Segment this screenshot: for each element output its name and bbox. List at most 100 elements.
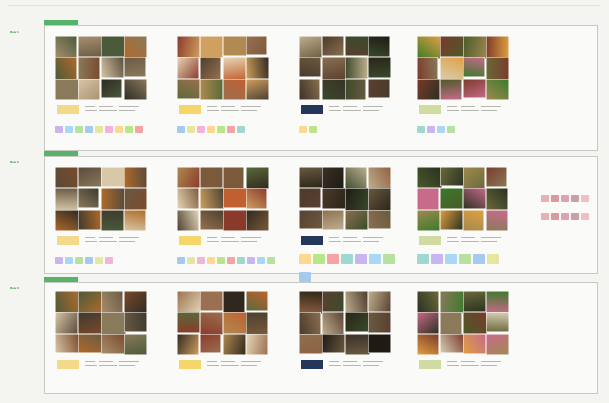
photo-tile-icon[interactable] (440, 57, 464, 81)
photo-tile-icon[interactable] (486, 312, 509, 332)
color-chip[interactable] (105, 257, 113, 264)
photo-collage[interactable] (417, 36, 509, 100)
photo-tile-icon[interactable] (440, 36, 465, 57)
section-tag[interactable] (44, 20, 78, 25)
photo-tile-icon[interactable] (417, 312, 440, 334)
photo-collage[interactable] (299, 36, 391, 100)
color-chip[interactable] (95, 257, 103, 264)
photo-tile-icon[interactable] (440, 188, 463, 210)
photo-tile-icon[interactable] (124, 78, 147, 100)
photo-tile-icon[interactable] (368, 167, 391, 190)
palette-label-swatch[interactable] (419, 360, 441, 369)
photo-tile-icon[interactable] (246, 167, 269, 189)
photo-tile-icon[interactable] (101, 291, 123, 314)
color-chip[interactable] (299, 254, 311, 264)
color-chip[interactable] (207, 126, 215, 133)
photo-tile-icon[interactable] (177, 167, 201, 189)
photo-collage[interactable] (55, 291, 147, 355)
color-chip[interactable] (473, 254, 485, 264)
color-chip[interactable] (327, 254, 339, 264)
photo-tile-icon[interactable] (223, 36, 248, 57)
photo-tile-icon[interactable] (223, 188, 247, 209)
photo-tile-icon[interactable] (440, 209, 464, 231)
color-chip[interactable] (355, 254, 367, 264)
photo-tile-icon[interactable] (463, 36, 488, 60)
photo-tile-icon[interactable] (368, 291, 391, 312)
photo-tile-icon[interactable] (345, 36, 370, 56)
mood-panel[interactable] (177, 36, 269, 133)
photo-collage[interactable] (177, 167, 269, 231)
photo-tile-icon[interactable] (177, 291, 202, 315)
color-chip[interactable] (187, 126, 195, 133)
photo-tile-icon[interactable] (440, 312, 462, 336)
color-chip[interactable] (65, 126, 73, 133)
photo-tile-icon[interactable] (345, 167, 367, 190)
photo-tile-icon[interactable] (440, 333, 465, 354)
photo-tile-icon[interactable] (200, 36, 224, 59)
photo-tile-icon[interactable] (368, 333, 391, 354)
photo-tile-icon[interactable] (78, 333, 102, 354)
color-chip[interactable] (227, 126, 235, 133)
photo-tile-icon[interactable] (55, 36, 77, 60)
photo-tile-icon[interactable] (246, 36, 268, 56)
palette-label-swatch[interactable] (57, 105, 79, 114)
photo-tile-icon[interactable] (78, 36, 103, 58)
photo-tile-icon[interactable] (368, 78, 390, 99)
color-chip[interactable] (309, 126, 317, 133)
photo-tile-icon[interactable] (486, 78, 509, 100)
palette-label-swatch[interactable] (301, 105, 323, 114)
photo-tile-icon[interactable] (417, 209, 440, 231)
photo-tile-icon[interactable] (101, 188, 125, 210)
color-chip[interactable] (571, 195, 579, 202)
color-chip[interactable] (459, 254, 471, 264)
color-chip[interactable] (197, 257, 205, 264)
photo-tile-icon[interactable] (124, 333, 147, 355)
photo-tile-icon[interactable] (322, 291, 344, 312)
photo-tile-icon[interactable] (55, 57, 78, 81)
board-section-2[interactable] (44, 151, 598, 282)
photo-tile-icon[interactable] (78, 312, 102, 335)
photo-tile-icon[interactable] (101, 209, 124, 231)
photo-tile-icon[interactable] (200, 188, 225, 209)
photo-tile-icon[interactable] (101, 167, 126, 187)
photo-tile-icon[interactable] (246, 312, 269, 335)
color-chip[interactable] (417, 254, 429, 264)
color-chip[interactable] (383, 254, 395, 264)
photo-tile-icon[interactable] (78, 209, 101, 231)
mood-panel[interactable] (299, 167, 395, 282)
photo-tile-icon[interactable] (368, 36, 391, 57)
photo-tile-icon[interactable] (299, 78, 321, 100)
photo-tile-icon[interactable] (345, 291, 368, 313)
palette-label-swatch[interactable] (301, 236, 323, 245)
photo-tile-icon[interactable] (417, 333, 440, 355)
photo-collage[interactable] (417, 167, 509, 231)
photo-tile-icon[interactable] (368, 57, 391, 78)
photo-tile-icon[interactable] (299, 188, 321, 208)
palette-label-swatch[interactable] (419, 236, 441, 245)
photo-tile-icon[interactable] (345, 188, 369, 211)
photo-collage[interactable] (177, 291, 269, 355)
mood-panel[interactable] (299, 36, 391, 133)
color-chip[interactable] (237, 126, 245, 133)
photo-tile-icon[interactable] (486, 333, 509, 355)
photo-tile-icon[interactable] (246, 291, 268, 311)
photo-tile-icon[interactable] (223, 57, 246, 81)
photo-tile-icon[interactable] (345, 209, 368, 231)
color-chip[interactable] (571, 213, 579, 220)
photo-tile-icon[interactable] (322, 312, 345, 336)
photo-tile-icon[interactable] (101, 36, 125, 57)
color-chip[interactable] (187, 257, 195, 264)
photo-tile-icon[interactable] (417, 167, 442, 188)
color-chip[interactable] (257, 257, 265, 264)
color-chip[interactable] (197, 126, 205, 133)
photo-tile-icon[interactable] (299, 57, 321, 78)
board-section-1[interactable] (44, 20, 598, 151)
color-chip[interactable] (267, 257, 275, 264)
mood-panel[interactable] (177, 167, 275, 264)
photo-tile-icon[interactable] (78, 167, 103, 187)
photo-tile-icon[interactable] (368, 209, 391, 230)
photo-tile-icon[interactable] (177, 312, 200, 333)
color-chip[interactable] (125, 126, 133, 133)
color-chip[interactable] (341, 254, 353, 264)
color-chip[interactable] (313, 254, 325, 264)
